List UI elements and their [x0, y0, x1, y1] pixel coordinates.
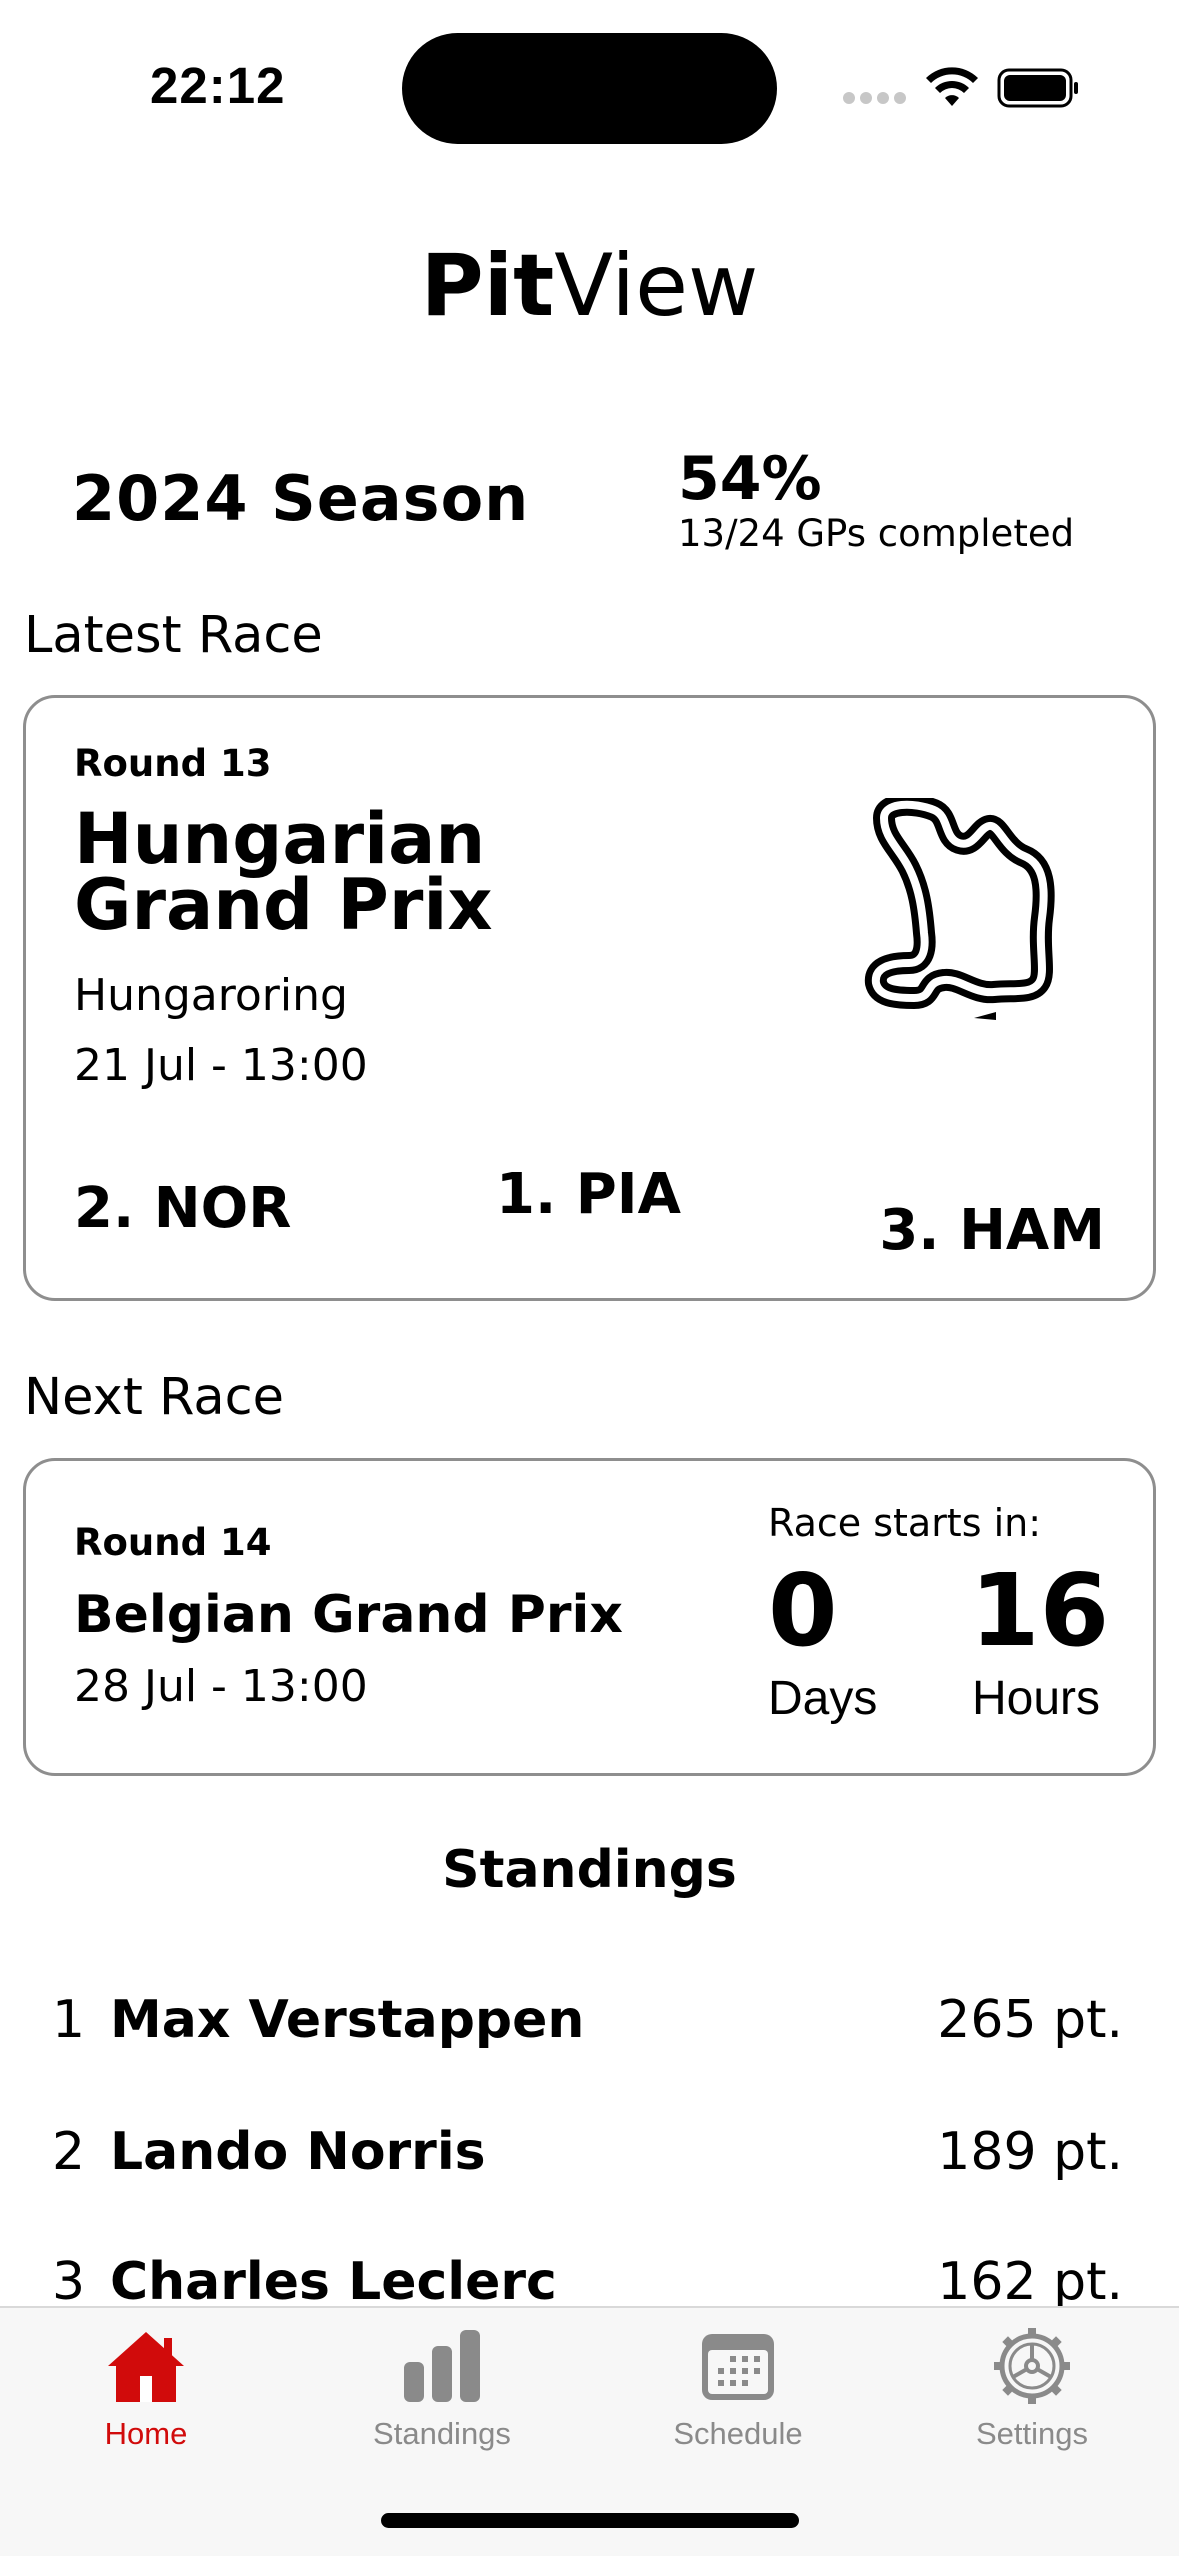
tab-home-label: Home — [104, 2416, 188, 2451]
battery-icon — [997, 68, 1078, 108]
countdown-days-unit: Days — [768, 1672, 878, 1725]
countdown-hours-unit: Hours — [972, 1672, 1101, 1725]
latest-race-label: Latest Race — [24, 606, 323, 665]
gear-icon — [994, 2328, 1070, 2404]
tab-standings-label: Standings — [373, 2416, 511, 2451]
standing-driver-name: Charles Leclerc — [110, 2252, 557, 2312]
season-progress-percent: 54% — [678, 444, 822, 514]
next-race-label: Next Race — [24, 1368, 285, 1427]
next-round-label: Round 14 — [74, 1521, 272, 1564]
standing-points: 162 pt. — [937, 2252, 1123, 2312]
standing-position: 2 — [52, 2122, 86, 2182]
latest-race-date: 21 Jul - 13:00 — [74, 1040, 368, 1091]
podium-first: 1. PIA — [496, 1162, 681, 1227]
latest-race-name-line1: Hungarian — [74, 798, 486, 880]
tab-schedule[interactable]: Schedule — [618, 2328, 858, 2468]
app-title-light: View — [554, 236, 759, 336]
next-race-name: Belgian Grand Prix — [74, 1585, 623, 1645]
latest-circuit-name: Hungaroring — [74, 970, 348, 1021]
standing-position: 1 — [52, 1990, 86, 2050]
standing-points: 265 pt. — [937, 1990, 1123, 2050]
standings-row[interactable]: 1 Max Verstappen 265 pt. — [0, 1990, 1179, 2070]
dynamic-island — [402, 33, 777, 144]
app-title-bold: Pit — [420, 236, 555, 336]
latest-race-name-line2: Grand Prix — [74, 864, 493, 946]
tab-schedule-label: Schedule — [673, 2416, 803, 2451]
standing-driver-name: Max Verstappen — [110, 1990, 585, 2050]
latest-round-label: Round 13 — [74, 742, 272, 785]
hungaroring-track-icon — [864, 798, 1055, 1020]
latest-race-card[interactable]: Round 13 Hungarian Grand Prix Hungarorin… — [23, 695, 1156, 1301]
status-time: 22:12 — [150, 57, 286, 114]
season-progress-text: 13/24 GPs completed — [678, 512, 1075, 555]
standings-title: Standings — [442, 1840, 737, 1900]
podium-second: 2. NOR — [74, 1176, 292, 1241]
next-race-date: 28 Jul - 13:00 — [74, 1661, 368, 1712]
countdown-label: Race starts in: — [768, 1501, 1042, 1545]
standing-driver-name: Lando Norris — [110, 2122, 486, 2182]
standing-position: 3 — [52, 2252, 86, 2312]
tab-settings[interactable]: Settings — [912, 2328, 1152, 2468]
tab-home[interactable]: Home — [26, 2328, 266, 2468]
podium-third: 3. HAM — [879, 1198, 1105, 1263]
calendar-icon — [702, 2334, 774, 2400]
wifi-icon — [926, 67, 978, 106]
bar-chart-icon — [404, 2330, 480, 2402]
season-title: 2024 Season — [72, 462, 530, 535]
house-icon — [108, 2332, 184, 2402]
tab-settings-label: Settings — [975, 2416, 1088, 2451]
next-race-card[interactable]: Round 14 Belgian Grand Prix 28 Jul - 13:… — [23, 1458, 1156, 1776]
standing-points: 189 pt. — [937, 2122, 1123, 2182]
standings-row[interactable]: 2 Lando Norris 189 pt. — [0, 2122, 1179, 2202]
countdown-hours-value: 16 — [970, 1552, 1110, 1669]
tab-standings[interactable]: Standings — [322, 2328, 562, 2468]
cellular-signal-icon — [843, 92, 907, 106]
home-indicator[interactable] — [381, 2513, 799, 2528]
app-title: PitView — [0, 236, 1179, 336]
countdown-days-value: 0 — [768, 1552, 838, 1669]
latest-race-name: Hungarian Grand Prix — [74, 798, 493, 946]
